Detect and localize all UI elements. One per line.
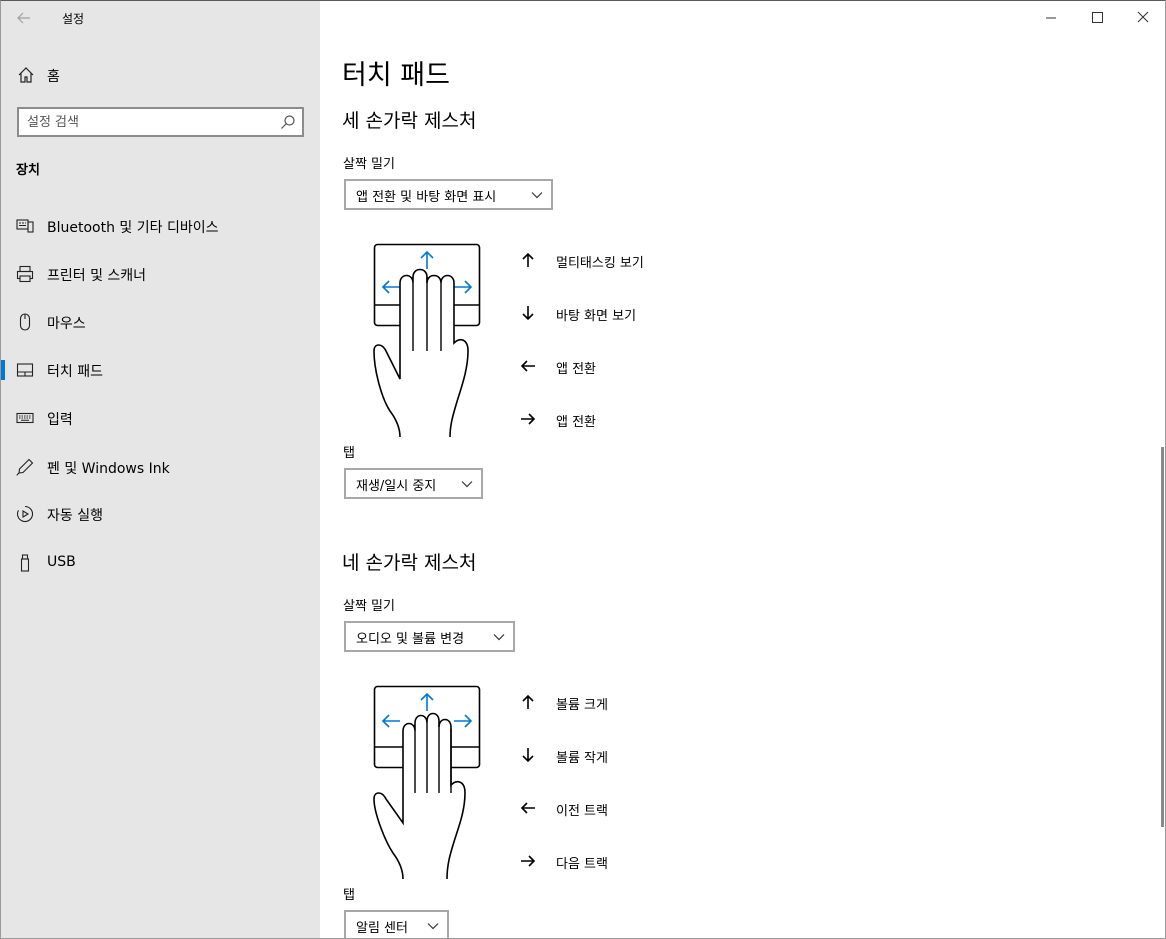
sidebar-item-printers[interactable]: 프린터 및 스캐너 xyxy=(1,254,320,294)
maximize-button[interactable] xyxy=(1074,1,1120,33)
search-box[interactable] xyxy=(17,107,304,137)
arrow-right-icon xyxy=(521,855,536,867)
close-icon xyxy=(1137,11,1149,23)
arrow-left-icon xyxy=(520,360,535,372)
chevron-down-icon xyxy=(427,923,439,930)
dropdown-value: 알림 센터 xyxy=(356,921,408,936)
gesture-text: 볼륨 작게 xyxy=(556,751,608,766)
four-finger-tap-label: 탭 xyxy=(343,888,355,903)
three-finger-heading: 세 손가락 제스처 xyxy=(342,110,477,132)
sidebar-item-label: 펜 및 Windows Ink xyxy=(47,461,170,477)
app-title: 설정 xyxy=(62,12,85,26)
chevron-down-icon xyxy=(493,634,505,641)
minimize-icon xyxy=(1046,17,1056,19)
four-finger-gesture-illustration xyxy=(373,685,481,879)
three-finger-gesture-illustration xyxy=(373,243,481,437)
gesture-text: 볼륨 크게 xyxy=(556,698,608,713)
dropdown-value: 재생/일시 중지 xyxy=(356,479,437,494)
three-finger-tap-dropdown[interactable]: 재생/일시 중지 xyxy=(344,468,483,499)
back-button[interactable] xyxy=(13,7,35,29)
arrow-up-icon xyxy=(522,252,534,267)
arrow-down-icon xyxy=(522,748,534,763)
sidebar-item-label: 프린터 및 스캐너 xyxy=(47,268,147,284)
three-finger-swipe-dropdown[interactable]: 앱 전환 및 바탕 화면 표시 xyxy=(344,179,553,210)
bluetooth-devices-icon xyxy=(16,219,34,233)
gesture-text: 바탕 화면 보기 xyxy=(556,309,637,324)
gesture-text: 다음 트랙 xyxy=(556,857,608,872)
usb-icon xyxy=(20,554,30,572)
mouse-icon xyxy=(19,313,31,331)
four-finger-heading: 네 손가락 제스처 xyxy=(342,552,477,574)
sidebar-item-label: 터치 패드 xyxy=(47,364,103,380)
sidebar-item-pen[interactable]: 펜 및 Windows Ink xyxy=(1,447,320,487)
close-button[interactable] xyxy=(1120,1,1165,33)
dropdown-value: 앱 전환 및 바탕 화면 표시 xyxy=(356,190,497,205)
search-input[interactable] xyxy=(27,113,267,131)
arrow-right-icon xyxy=(521,413,536,425)
arrow-left-icon xyxy=(520,802,535,814)
autoplay-icon xyxy=(16,505,34,523)
keyboard-icon xyxy=(16,412,34,424)
three-finger-swipe-label: 살짝 밀기 xyxy=(343,157,395,172)
four-finger-swipe-dropdown[interactable]: 오디오 및 볼륨 변경 xyxy=(344,621,515,652)
minimize-button[interactable] xyxy=(1028,1,1074,33)
dropdown-value: 오디오 및 볼륨 변경 xyxy=(356,632,465,647)
chevron-down-icon xyxy=(531,192,543,199)
sidebar-item-typing[interactable]: 입력 xyxy=(1,398,320,438)
four-finger-tap-dropdown[interactable]: 알림 센터 xyxy=(344,910,449,938)
arrow-up-icon xyxy=(522,694,534,709)
four-finger-swipe-label: 살짝 밀기 xyxy=(343,599,395,614)
search-icon[interactable] xyxy=(280,114,296,130)
sidebar-item-autoplay[interactable]: 자동 실행 xyxy=(1,494,320,534)
sidebar-item-touchpad[interactable]: 터치 패드 xyxy=(1,350,320,390)
sidebar: 설정 홈 장치 Bluetooth 및 기타 디바이스 xyxy=(1,1,320,938)
scrollbar[interactable] xyxy=(1158,33,1165,938)
chevron-down-icon xyxy=(461,481,473,488)
sidebar-item-label: 입력 xyxy=(47,412,73,428)
printer-icon xyxy=(16,265,34,283)
page-title: 터치 패드 xyxy=(342,60,450,91)
maximize-icon xyxy=(1092,12,1103,23)
home-icon xyxy=(18,67,34,83)
sidebar-item-label: 자동 실행 xyxy=(47,508,103,524)
pen-icon xyxy=(16,458,34,476)
arrow-down-icon xyxy=(522,306,534,321)
home-label: 홈 xyxy=(47,69,60,85)
sidebar-item-label: Bluetooth 및 기타 디바이스 xyxy=(47,220,219,236)
sidebar-item-label: USB xyxy=(47,554,76,570)
sidebar-item-usb[interactable]: USB xyxy=(1,543,320,583)
sidebar-item-label: 마우스 xyxy=(47,316,86,332)
settings-window: 설정 홈 장치 Bluetooth 및 기타 디바이스 xyxy=(0,0,1166,939)
touchpad-icon xyxy=(16,363,34,377)
sidebar-item-bluetooth[interactable]: Bluetooth 및 기타 디바이스 xyxy=(1,206,320,246)
three-finger-tap-label: 탭 xyxy=(343,446,355,461)
sidebar-item-home[interactable]: 홈 xyxy=(1,59,320,91)
section-label-devices: 장치 xyxy=(16,163,40,178)
main-content: 터치 패드 세 손가락 제스처 살짝 밀기 앱 전환 및 바탕 화면 표시 멀티… xyxy=(320,1,1165,938)
back-arrow-icon xyxy=(17,12,30,24)
gesture-text: 멀티태스킹 보기 xyxy=(556,256,644,271)
sidebar-item-mouse[interactable]: 마우스 xyxy=(1,302,320,342)
gesture-text: 앱 전환 xyxy=(556,415,597,430)
gesture-text: 이전 트랙 xyxy=(556,804,608,819)
gesture-text: 앱 전환 xyxy=(556,362,597,377)
scrollbar-thumb[interactable] xyxy=(1161,447,1164,827)
